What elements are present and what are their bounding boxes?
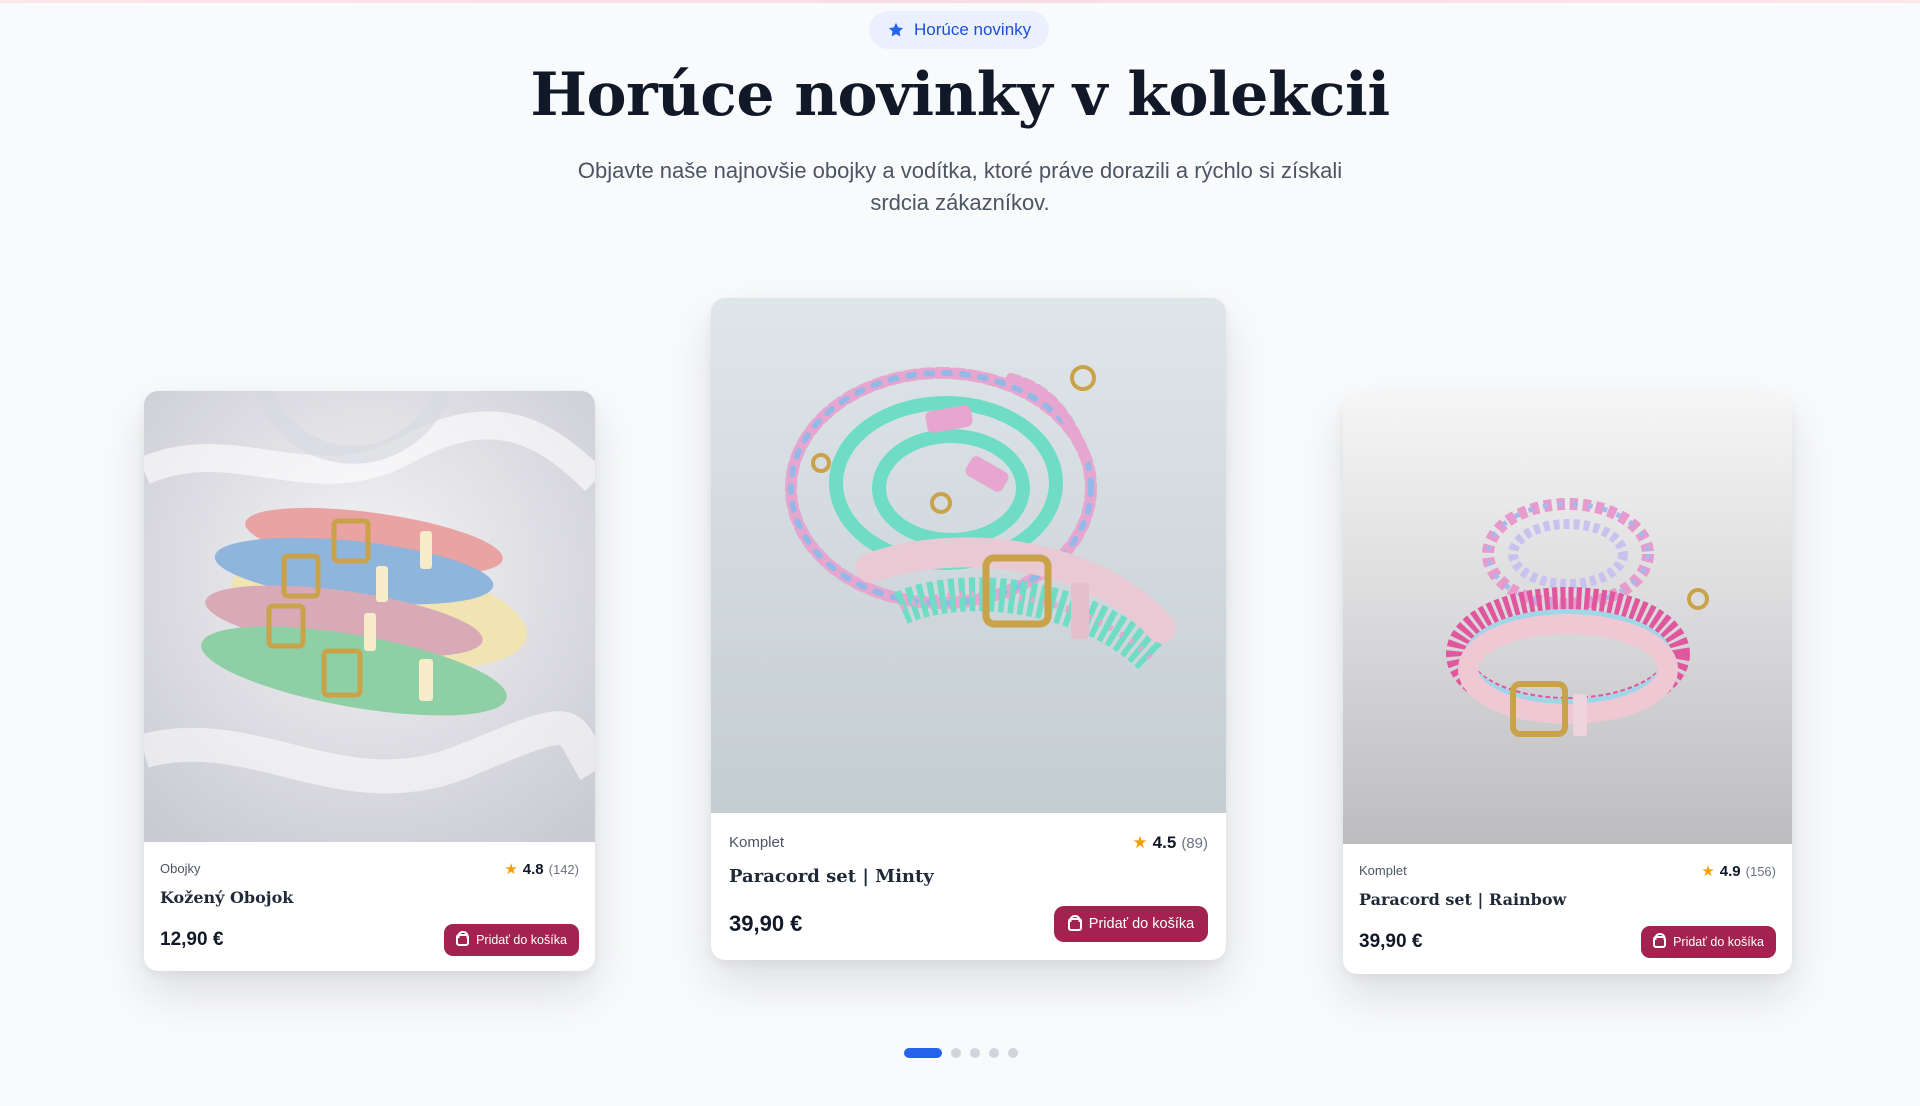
product-name[interactable]: Paracord set | Minty xyxy=(729,866,934,887)
leather-collars-illustration xyxy=(144,391,595,842)
product-rating: ★ 4.5 (89) xyxy=(1132,833,1208,853)
carousel-dot[interactable] xyxy=(1008,1048,1018,1058)
product-card[interactable]: Komplet ★ 4.5 (89) Paracord set | Minty … xyxy=(711,298,1226,960)
section-badge: Horúce novinky xyxy=(869,11,1050,49)
add-to-cart-button[interactable]: Pridať do košíka xyxy=(1641,926,1776,958)
shopping-bag-icon xyxy=(1067,917,1082,931)
product-price: 39,90 € xyxy=(1359,931,1423,952)
paracord-rainbow-illustration xyxy=(1343,394,1792,844)
product-card[interactable]: Komplet ★ 4.9 (156) Paracord set | Rainb… xyxy=(1343,394,1792,974)
add-to-cart-label: Pridať do košíka xyxy=(476,933,567,947)
product-card[interactable]: Obojky ★ 4.8 (142) Kožený Obojok 12,90 €… xyxy=(144,391,595,971)
top-accent-line xyxy=(0,0,1920,3)
product-price: 12,90 € xyxy=(160,929,224,950)
add-to-cart-button[interactable]: Pridať do košíka xyxy=(444,924,579,956)
section-title: Horúce novinky v kolekcii xyxy=(530,60,1390,130)
shopping-bag-icon xyxy=(456,934,470,946)
review-count: (142) xyxy=(548,861,579,877)
carousel-pagination xyxy=(904,1048,1018,1058)
rating-value: 4.8 xyxy=(522,860,544,878)
rating-value: 4.9 xyxy=(1719,862,1741,880)
product-category: Komplet xyxy=(1359,863,1407,878)
star-icon: ★ xyxy=(504,861,518,878)
review-count: (89) xyxy=(1181,834,1208,852)
product-name[interactable]: Kožený Obojok xyxy=(160,888,293,907)
product-rating: ★ 4.9 (156) xyxy=(1701,862,1776,881)
star-icon: ★ xyxy=(1701,863,1715,880)
star-icon xyxy=(888,22,904,37)
add-to-cart-label: Pridať do košíka xyxy=(1088,916,1195,932)
carousel-dot[interactable] xyxy=(951,1048,961,1058)
product-rating: ★ 4.8 (142) xyxy=(504,860,579,879)
product-category: Komplet xyxy=(729,834,785,851)
shopping-bag-icon xyxy=(1653,936,1667,948)
carousel-dot[interactable] xyxy=(904,1048,942,1058)
review-count: (156) xyxy=(1745,863,1776,879)
product-name[interactable]: Paracord set | Rainbow xyxy=(1359,890,1566,909)
carousel-dot[interactable] xyxy=(989,1048,999,1058)
paracord-minty-illustration xyxy=(711,298,1226,813)
product-image[interactable] xyxy=(711,298,1226,813)
badge-label: Horúce novinky xyxy=(914,20,1032,39)
product-image[interactable] xyxy=(144,391,595,842)
add-to-cart-label: Pridať do košíka xyxy=(1673,935,1764,949)
section-subtitle: Objavte naše najnovšie obojky a vodítka,… xyxy=(577,158,1343,215)
product-price: 39,90 € xyxy=(729,911,803,936)
add-to-cart-button[interactable]: Pridať do košíka xyxy=(1054,906,1208,942)
rating-value: 4.5 xyxy=(1152,833,1177,852)
star-icon: ★ xyxy=(1132,833,1148,852)
product-image[interactable] xyxy=(1343,394,1792,844)
carousel-dot[interactable] xyxy=(970,1048,980,1058)
product-category: Obojky xyxy=(160,861,201,876)
